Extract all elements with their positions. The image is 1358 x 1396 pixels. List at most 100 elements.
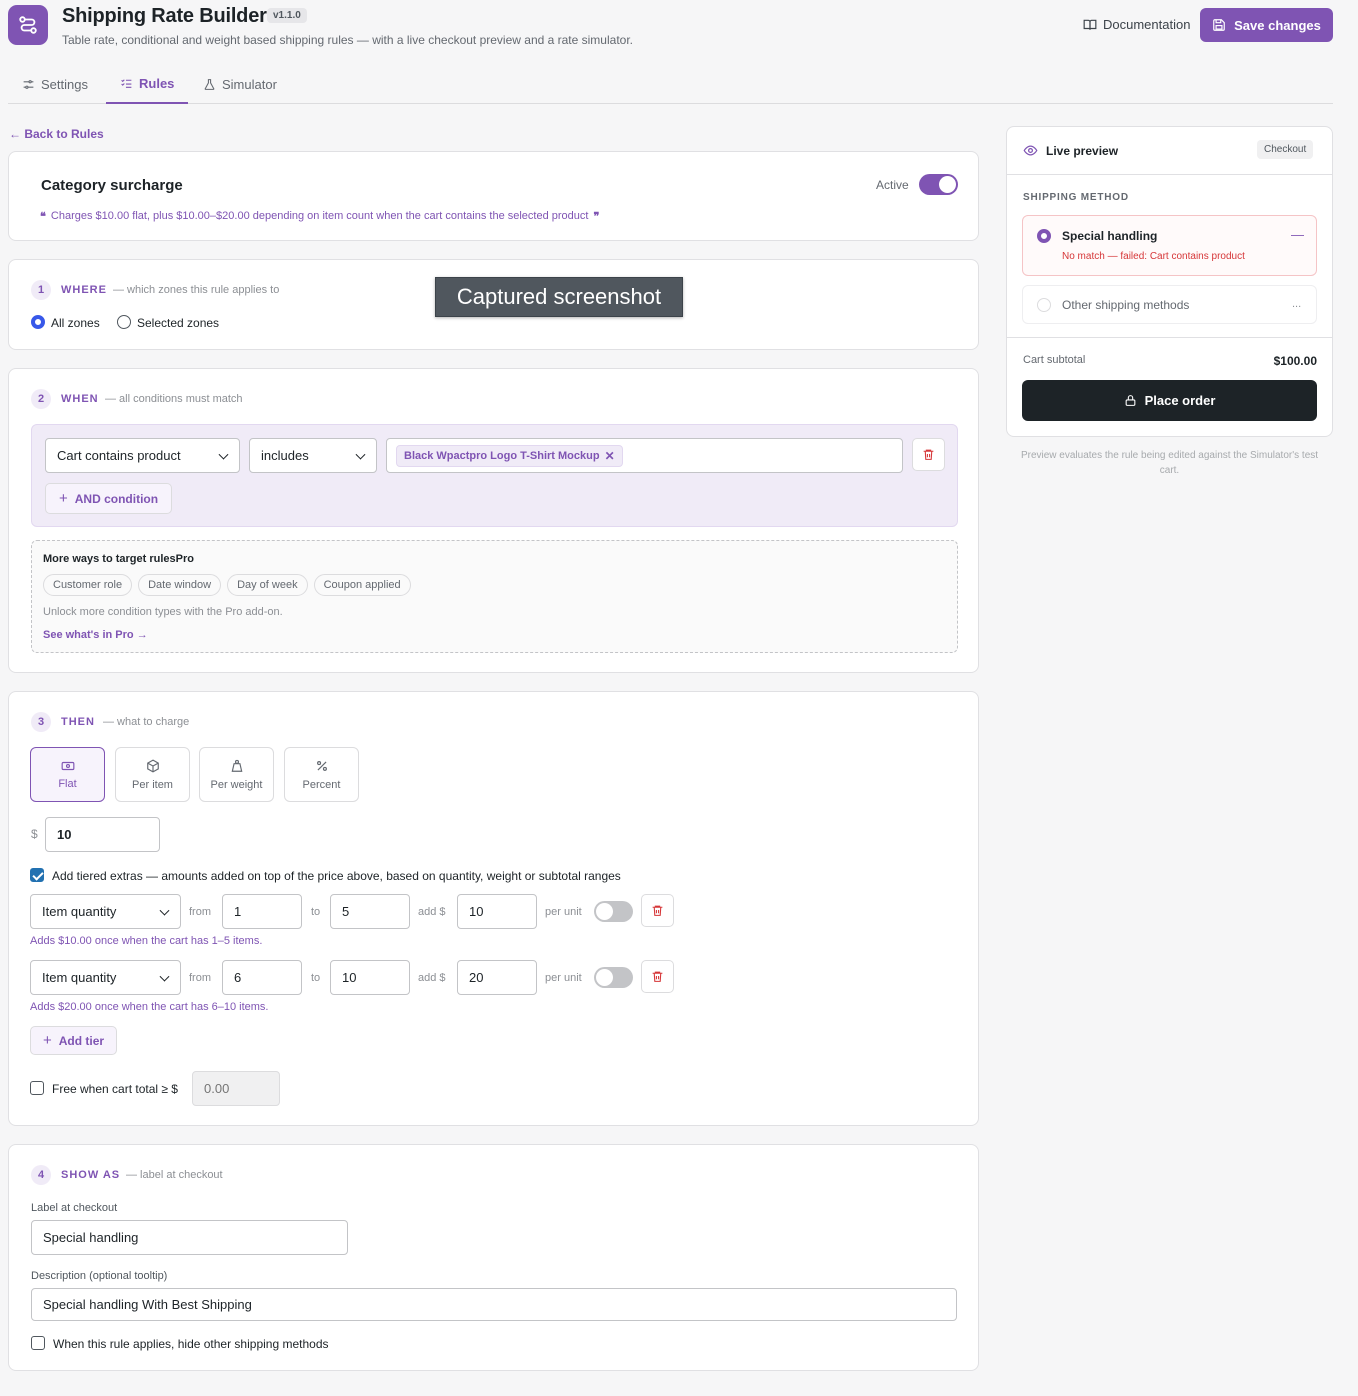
pro-upsell-box: More ways to target rulesPro Customer ro… — [31, 540, 958, 653]
active-label: Active — [876, 178, 909, 192]
remove-tag-icon[interactable]: ✕ — [605, 449, 615, 463]
pro-chip: Coupon applied — [313, 574, 411, 596]
condition-type-select[interactable]: Cart contains product — [45, 438, 240, 473]
show-as-card: 4 SHOW AS — label at checkout Label at c… — [8, 1144, 979, 1371]
save-changes-button[interactable]: Save changes — [1200, 8, 1333, 42]
tier-add-input[interactable]: 20 — [457, 960, 537, 995]
pro-chip: Date window — [138, 574, 222, 596]
label-at-checkout-title: Label at checkout — [31, 1202, 118, 1214]
tier-add-input[interactable]: 10 — [457, 894, 537, 929]
see-pro-link[interactable]: See what's in Pro → — [43, 629, 148, 641]
version-badge: v1.1.0 — [267, 8, 307, 23]
tier-to-label: to — [311, 972, 321, 984]
tier-to-value: 5 — [342, 904, 350, 919]
rule-active-toggle[interactable] — [919, 174, 958, 195]
selected-zones-radio[interactable] — [117, 315, 131, 329]
tier-to-input[interactable]: 5 — [330, 894, 410, 929]
tier-from-label: from — [189, 972, 211, 984]
free-threshold-input[interactable] — [192, 1071, 280, 1106]
eye-icon — [1023, 145, 1038, 156]
tiered-extras-checkbox[interactable] — [30, 868, 44, 882]
plus-icon: + — [59, 490, 68, 507]
hide-other-methods-checkbox[interactable] — [31, 1336, 45, 1350]
step-title: SHOW AS — [61, 1169, 121, 1181]
flat-amount-input[interactable]: 10 — [45, 817, 160, 852]
shipping-option-radio[interactable] — [1037, 229, 1051, 243]
charge-type-label: Per weight — [210, 778, 263, 791]
delete-tier-button[interactable] — [641, 960, 674, 993]
step-subtitle: — which zones this rule applies to — [113, 284, 280, 296]
documentation-link[interactable]: Documentation — [1083, 17, 1190, 32]
tab-rules[interactable]: Rules — [106, 65, 189, 104]
charge-type-percent[interactable]: Percent — [284, 747, 359, 802]
charge-type-per-item[interactable]: Per item — [115, 747, 190, 802]
tiered-extras-label: Add tiered extras — amounts added on top… — [52, 869, 621, 883]
tier-from-value: 6 — [234, 970, 242, 985]
tier-add-label: add $ — [418, 972, 446, 984]
tier-note: Adds $20.00 once when the cart has 6–10 … — [30, 1001, 269, 1013]
add-tier-label: Add tier — [58, 1033, 105, 1048]
description-value: Special handling With Best Shipping — [43, 1297, 252, 1312]
add-tier-button[interactable]: + Add tier — [30, 1026, 118, 1055]
description-input[interactable]: Special handling With Best Shipping — [31, 1288, 957, 1321]
product-tag-label: Black Wpactpro Logo T-Shirt Mockup — [404, 449, 600, 462]
step-title: WHEN — [61, 393, 99, 405]
shipping-option-special[interactable]: Special handling No match — failed: Cart… — [1022, 215, 1317, 276]
product-tags-input[interactable]: Black Wpactpro Logo T-Shirt Mockup ✕ — [386, 438, 903, 473]
pro-upsell-title: More ways to target rulesPro — [43, 553, 194, 565]
tier-to-input[interactable]: 10 — [330, 960, 410, 995]
shipping-option-radio[interactable] — [1037, 298, 1051, 312]
add-and-condition-button[interactable]: + AND condition — [45, 483, 173, 514]
charge-type-label: Per item — [132, 778, 173, 791]
condition-operator-select[interactable]: includes — [249, 438, 377, 473]
rule-summary: ❝ Charges $10.00 flat, plus $10.00–$20.0… — [40, 210, 599, 223]
free-shipping-checkbox[interactable] — [30, 1081, 44, 1095]
banknote-icon — [61, 761, 74, 770]
when-card: 2 WHEN — all conditions must match Cart … — [8, 368, 979, 673]
divider — [1007, 174, 1332, 175]
charge-type-per-weight[interactable]: Per weight — [199, 747, 274, 802]
pro-chip-list: Customer role Date window Day of week Co… — [43, 574, 417, 596]
delete-condition-button[interactable] — [912, 438, 945, 471]
tier-basis-select[interactable]: Item quantity — [30, 960, 181, 995]
shipping-option-name: Other shipping methods — [1062, 298, 1190, 312]
tab-settings[interactable]: Settings — [22, 65, 88, 104]
list-check-icon — [121, 79, 132, 88]
save-icon — [1213, 19, 1225, 31]
sliders-icon — [23, 80, 34, 89]
charge-type-flat[interactable]: Flat — [30, 747, 105, 802]
shipping-method-heading: SHIPPING METHOD — [1023, 192, 1129, 203]
back-to-rules-link[interactable]: ← Back to Rules — [9, 127, 104, 141]
tier-per-unit-label: per unit — [545, 906, 582, 918]
tier-per-unit-toggle[interactable] — [594, 967, 633, 988]
shipping-option-price: ... — [1292, 298, 1302, 310]
label-at-checkout-input[interactable]: Special handling — [31, 1220, 348, 1255]
condition-group: Cart contains product includes Black Wpa… — [31, 424, 958, 527]
selected-zones-label: Selected zones — [137, 316, 220, 330]
shipping-option-name: Special handling — [1062, 229, 1158, 243]
tier-basis-select[interactable]: Item quantity — [30, 894, 181, 929]
condition-operator-value: includes — [261, 448, 309, 463]
place-order-button[interactable]: Place order — [1022, 380, 1317, 421]
tier-per-unit-toggle[interactable] — [594, 901, 633, 922]
step-subtitle: — what to charge — [103, 716, 190, 728]
percent-icon — [316, 760, 327, 771]
tab-rules-label: Rules — [139, 76, 175, 91]
tab-simulator[interactable]: Simulator — [203, 65, 277, 104]
tier-from-input[interactable]: 1 — [222, 894, 302, 929]
label-at-checkout-value: Special handling — [43, 1230, 139, 1245]
tier-from-input[interactable]: 6 — [222, 960, 302, 995]
tier-note: Adds $10.00 once when the cart has 1–5 i… — [30, 935, 263, 947]
step-subtitle: — all conditions must match — [105, 393, 243, 405]
tier-to-label: to — [311, 906, 321, 918]
delete-tier-button[interactable] — [641, 894, 674, 927]
trash-icon — [652, 971, 663, 982]
flask-icon — [204, 79, 215, 90]
main-tabs: Settings Rules Simulator — [8, 65, 1333, 104]
add-and-condition-label: AND condition — [74, 491, 159, 506]
shipping-option-other[interactable]: Other shipping methods ... — [1022, 285, 1317, 324]
pro-upsell-note: Unlock more condition types with the Pro… — [43, 606, 283, 618]
page-subtitle: Table rate, conditional and weight based… — [62, 33, 633, 47]
all-zones-radio[interactable] — [31, 315, 45, 329]
step-number: 4 — [31, 1165, 51, 1185]
